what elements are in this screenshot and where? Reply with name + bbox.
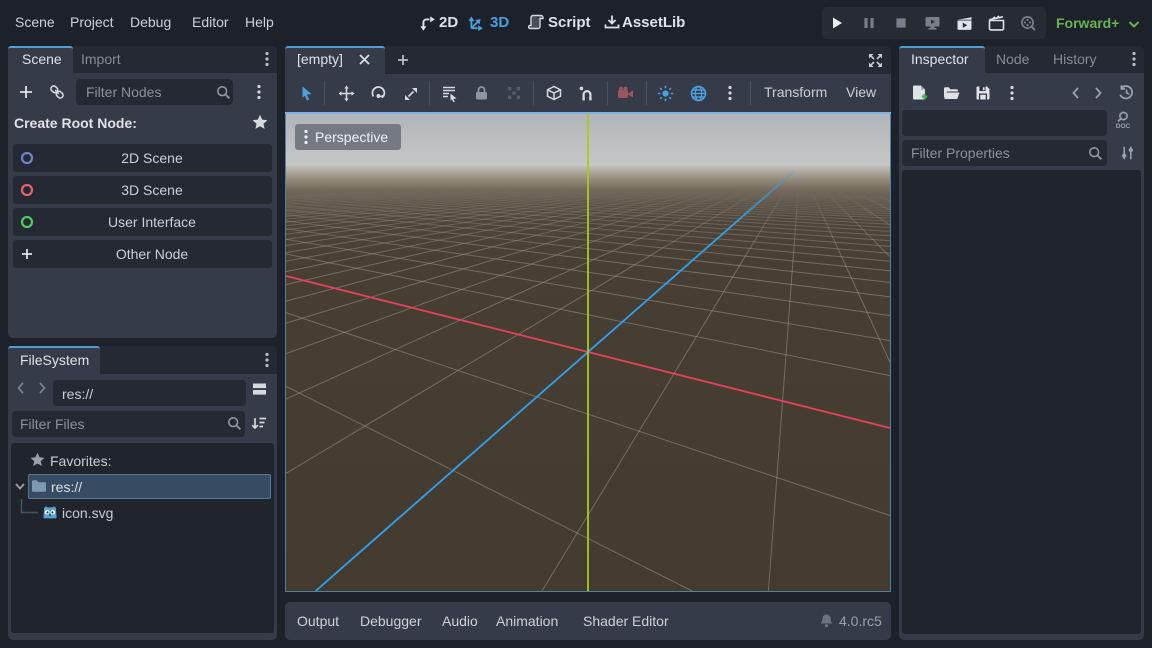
svg-text:DOC: DOC (1116, 123, 1131, 130)
